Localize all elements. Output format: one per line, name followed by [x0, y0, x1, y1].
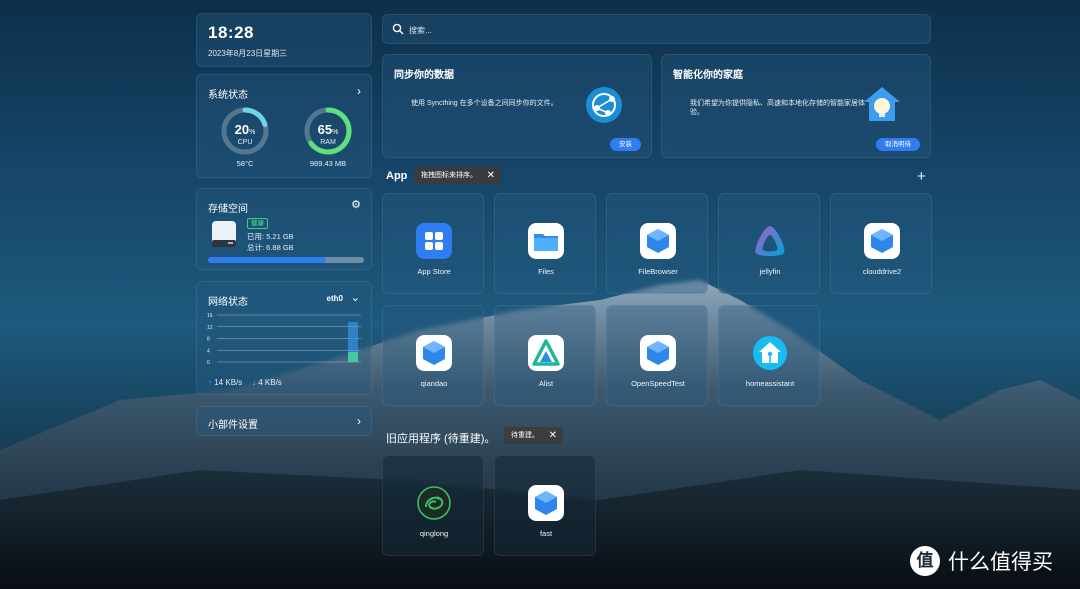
promo-description: 使用 Syncthing 在多个设备之间同步你的文件。 [411, 100, 558, 107]
network-traffic-chart: 16 12 8 4 0 [207, 313, 361, 366]
app-tile-openspeedtest[interactable]: OpenSpeedTest [606, 305, 708, 406]
app-tile-files[interactable]: Files [494, 193, 596, 294]
ram-label: RAM [320, 139, 336, 146]
promo-card-sync[interactable]: 同步你的数据 使用 Syncthing 在多个设备之间同步你的文件。 安装 [382, 54, 652, 158]
app-name: clouddrive2 [862, 267, 902, 276]
gear-icon[interactable]: ⚙ [351, 198, 361, 211]
download-rate: ↓ 4 KB/s [252, 378, 282, 387]
rebuild-tip: 待重建。 ✕ [504, 427, 563, 444]
chevron-down-icon[interactable]: ⌄ [351, 291, 360, 304]
app-name: Files [538, 267, 554, 276]
app-name: App Store [417, 267, 451, 276]
add-app-button[interactable]: + [917, 168, 926, 185]
app-name: jellyfin [759, 267, 781, 276]
network-y-tick: 8 [207, 337, 210, 343]
app-tile-clouddrive2[interactable]: clouddrive2 [830, 193, 932, 294]
network-y-tick: 16 [207, 313, 213, 319]
search-input[interactable] [409, 22, 909, 38]
system-status-title: 系统状态 [208, 90, 248, 101]
install-button[interactable]: 安装 [610, 138, 641, 151]
app-tile-filebrowser[interactable]: FileBrowser [606, 193, 708, 294]
drag-sort-tip: 拖拽图标来排序。 ✕ [414, 167, 501, 184]
search-bar[interactable] [382, 14, 931, 44]
network-y-tick: 12 [207, 325, 213, 331]
cube-icon [416, 335, 452, 371]
cube-icon [640, 335, 676, 371]
storage-usage-fill [208, 257, 327, 263]
health-badge: 健康 [247, 218, 268, 229]
watermark-text: 什么值得买 [948, 551, 1053, 574]
storage-used: 已用: 5.21 GB [247, 232, 294, 241]
app-tile-qiandao[interactable]: qiandao [382, 305, 484, 406]
disk-icon [212, 221, 236, 247]
alist-icon [528, 335, 564, 371]
close-icon[interactable]: ✕ [487, 167, 495, 184]
app-tile-homeassistant[interactable]: homeassistant [718, 305, 820, 406]
promo-title: 同步你的数据 [394, 70, 454, 81]
upload-rate: ↑ 14 KB/s [208, 378, 243, 387]
storage-title: 存储空间 [208, 204, 248, 215]
app-name: homeassistant [745, 379, 795, 388]
app-name: qiandao [420, 379, 448, 388]
home-assistant-icon [753, 336, 787, 370]
ram-gauge: 65% RAM [302, 105, 354, 157]
cpu-gauge: 20% CPU [219, 105, 271, 157]
qinglong-icon [417, 486, 451, 520]
cancel-wait-button[interactable]: 取消明待 [876, 138, 920, 151]
app-tile-jellyfin[interactable]: jellyfin [718, 193, 820, 294]
widget-settings-button[interactable]: 小部件设置 › [196, 406, 372, 436]
app-name: qinglong [419, 529, 449, 538]
close-icon[interactable]: ✕ [549, 427, 557, 444]
cpu-percent: 20% [234, 122, 256, 137]
app-name: FileBrowser [638, 267, 678, 276]
ram-percent: 65% [317, 122, 339, 137]
promo-title: 智能化你的家庭 [673, 70, 743, 81]
storage-usage-bar [208, 257, 364, 263]
clock-date: 2023年8月23日星期三 [208, 49, 288, 58]
download-activity-bar [348, 352, 358, 362]
cube-icon [528, 485, 564, 521]
search-icon [392, 23, 404, 35]
app-name: OpenSpeedTest [631, 379, 685, 388]
app-tile-alist[interactable]: Alist [494, 305, 596, 406]
app-name: Alist [538, 379, 554, 388]
cpu-temperature: 58°C [236, 159, 254, 168]
syncthing-icon [586, 87, 622, 123]
cpu-label: CPU [237, 139, 253, 146]
clock-widget: 18:28 2023年8月23日星期三 [196, 13, 372, 67]
chevron-right-icon[interactable]: › [357, 84, 361, 98]
watermark-logo-icon: 值 [910, 546, 940, 576]
widget-settings-label: 小部件设置 [208, 420, 258, 431]
network-y-tick: 0 [207, 360, 210, 366]
cube-icon [640, 223, 676, 259]
network-y-tick: 4 [207, 348, 210, 354]
watermark: 值 什么值得买 [910, 546, 1053, 576]
promo-card-smart-home[interactable]: 智能化你的家庭 我们希望为你提供隐私、高速和本地化存储的智能家居体验。 取消明待 [661, 54, 931, 158]
app-tile-qinglong[interactable]: qinglong [382, 455, 484, 556]
app-store-icon [416, 223, 452, 259]
storage-widget[interactable]: 存储空间 ⚙ 健康 已用: 5.21 GB 总计: 6.88 GB [196, 188, 372, 270]
folder-icon [528, 223, 564, 259]
interface-select[interactable]: eth0 [327, 294, 343, 303]
download-arrow-icon: ↓ [252, 378, 256, 387]
system-status-widget[interactable]: 系统状态 › 20% CPU 58°C 65% RAM 989.43 MB [196, 74, 372, 178]
cube-icon [864, 223, 900, 259]
chevron-right-icon: › [357, 414, 361, 428]
network-widget[interactable]: 网络状态 eth0 ⌄ 16 12 8 4 0 ↑ 14 KB/s ↓ 4 KB/s [196, 281, 372, 395]
app-tile-app-store[interactable]: App Store [382, 193, 484, 294]
clock-time: 18:28 [208, 23, 254, 42]
app-tile-fast[interactable]: fast [494, 455, 596, 556]
legacy-section-title: 旧应用程序 (待重建)。 [386, 433, 496, 445]
jellyfin-icon [755, 226, 785, 256]
storage-total: 总计: 6.88 GB [247, 243, 294, 252]
smart-home-bulb-icon [864, 87, 900, 121]
apps-section-title: App [386, 170, 408, 182]
upload-arrow-icon: ↑ [208, 378, 212, 387]
app-name: fast [539, 529, 553, 538]
network-title: 网络状态 [208, 297, 248, 308]
promo-description: 我们希望为你提供隐私、高速和本地化存储的智能家居体验。 [690, 100, 865, 116]
ram-used: 989.43 MB [309, 159, 347, 168]
